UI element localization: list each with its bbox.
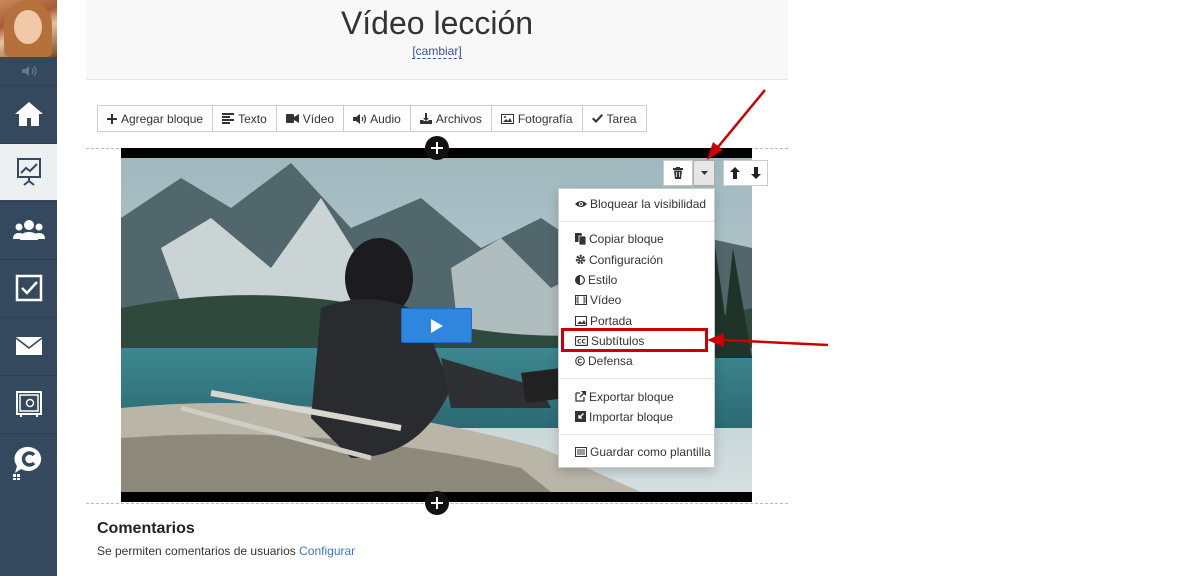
home-icon[interactable]	[0, 85, 57, 142]
photo-button[interactable]: Fotografía	[492, 106, 583, 131]
video-camera-icon	[285, 114, 299, 123]
caret-down-icon	[700, 171, 708, 175]
task-button[interactable]: Tarea	[583, 106, 646, 131]
film-icon	[575, 295, 587, 306]
contrast-icon	[575, 275, 585, 286]
menu-item-import-block[interactable]: Importar bloque	[559, 407, 714, 427]
lesson-header: Vídeo lección [cambiar]	[86, 0, 788, 80]
gear-icon	[575, 255, 586, 265]
play-button[interactable]	[401, 308, 472, 343]
page-title: Vídeo lección	[340, 5, 534, 41]
menu-item-lock-visibility[interactable]: Bloquear la visibilidad	[559, 194, 714, 214]
block-toolbar: Agregar bloque Texto Vídeo Audio Archivo…	[97, 105, 647, 132]
arrow-up-icon	[729, 167, 740, 179]
arrow-down-icon	[751, 167, 762, 179]
plus-icon	[107, 113, 117, 124]
template-icon	[575, 447, 587, 458]
speaker-icon[interactable]	[0, 57, 57, 85]
move-block-buttons	[723, 160, 768, 186]
check-icon	[591, 114, 603, 123]
menu-item-copy-block[interactable]: Copiar bloque	[559, 229, 714, 249]
block-options-dropdown-button[interactable]	[693, 160, 715, 186]
picture-icon	[575, 315, 587, 326]
audio-button[interactable]: Audio	[344, 106, 411, 131]
avatar[interactable]	[0, 0, 57, 57]
volume-icon	[353, 113, 367, 124]
copy-icon	[575, 233, 586, 246]
menu-item-configuration[interactable]: Configuración	[559, 250, 714, 270]
block-actions	[663, 160, 715, 186]
checkbox-icon[interactable]	[0, 259, 57, 316]
play-icon	[430, 318, 443, 333]
menu-divider	[559, 378, 714, 380]
menu-item-save-as-template[interactable]: Guardar como plantilla	[559, 442, 714, 462]
comments-title: Comentarios	[97, 520, 195, 537]
chat-logo-icon[interactable]	[0, 433, 57, 490]
move-up-button[interactable]	[724, 161, 746, 185]
add-block-above-icon[interactable]	[425, 136, 449, 160]
menu-item-export-block[interactable]: Exportar bloque	[559, 386, 714, 406]
video-button[interactable]: Vídeo	[277, 106, 345, 131]
comments-text: Se permiten comentarios de usuarios Conf…	[97, 544, 355, 558]
eye-icon	[575, 201, 587, 208]
menu-item-style[interactable]: Estilo	[559, 270, 714, 290]
change-title-link[interactable]: [cambiar]	[412, 44, 462, 59]
download-icon	[419, 113, 432, 124]
add-block-button[interactable]: Agregar bloque	[98, 106, 214, 131]
picture-icon	[500, 113, 514, 124]
move-down-button[interactable]	[746, 161, 768, 185]
menu-item-video[interactable]: Vídeo	[559, 290, 714, 310]
safe-icon[interactable]	[0, 375, 57, 432]
copyright-icon	[575, 356, 585, 367]
configure-comments-link[interactable]: Configurar	[299, 544, 355, 558]
menu-divider	[559, 221, 714, 223]
delete-block-button[interactable]	[663, 160, 693, 186]
external-link-icon	[575, 391, 586, 402]
users-icon[interactable]	[0, 201, 57, 258]
trash-icon	[673, 167, 683, 179]
menu-divider	[559, 433, 714, 435]
add-block-below-icon[interactable]	[425, 491, 449, 515]
text-button[interactable]: Texto	[213, 106, 277, 131]
presentation-chart-icon[interactable]	[0, 143, 57, 200]
sidebar	[0, 0, 57, 576]
import-icon	[575, 411, 586, 423]
align-left-icon	[222, 113, 235, 124]
comments-description: Se permiten comentarios de usuarios	[97, 544, 296, 558]
menu-item-defense[interactable]: Defensa	[559, 351, 714, 371]
envelope-icon[interactable]	[0, 317, 57, 374]
subtitles-highlight-box	[561, 328, 708, 352]
files-button[interactable]: Archivos	[411, 106, 492, 131]
